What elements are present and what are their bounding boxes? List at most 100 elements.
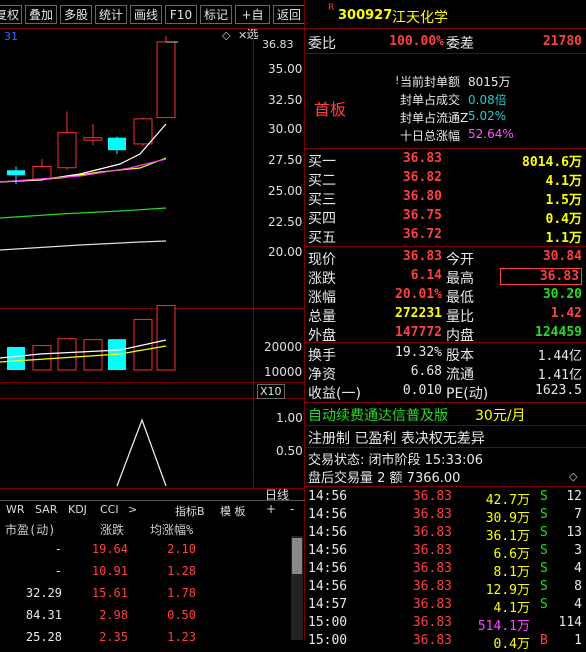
kline-chart[interactable] (0, 28, 253, 488)
stat-label: 涨幅 (308, 290, 336, 306)
back-button[interactable]: 返回 (273, 5, 305, 24)
tick-vol: 30.9万 (485, 511, 530, 526)
stock-code: 300927 (338, 8, 393, 23)
tick-row[interactable]: 14:56 36.83 36.1万 S 13 (306, 525, 586, 544)
bid-level-label: 买一 (308, 154, 336, 170)
registration-notice: 注册制 已盈利 表决权无差异 (308, 431, 485, 447)
tick-row[interactable]: 15:00 36.83 0.4万 B 1 (306, 633, 586, 652)
volume-bar[interactable] (57, 338, 77, 371)
tick-row[interactable]: 14:56 36.83 30.9万 S 7 (306, 507, 586, 526)
change-cell: 2.35 (99, 630, 128, 644)
scrollbar[interactable] (291, 536, 303, 640)
seal-info-label: 封单占流通Z (400, 111, 469, 125)
candle-body[interactable] (156, 41, 176, 119)
bid-volume: 1.5万 (545, 193, 582, 208)
change-cell: 2.98 (99, 608, 128, 622)
fund-value: 1.44亿 (537, 349, 582, 364)
pe-table-row[interactable]: 84.31 2.98 0.50 (0, 606, 290, 626)
fund-value: 1623.5 (535, 383, 582, 398)
seal-info-value: 52.64% (468, 127, 514, 141)
overlay-button[interactable]: 叠加 (25, 5, 57, 24)
moving-average-line (0, 240, 167, 251)
change-cell: 15.61 (91, 586, 128, 600)
collapse-icon[interactable]: ◇ (569, 470, 577, 483)
price-tick: 25.00 (268, 184, 303, 198)
f10-button[interactable]: F10 (165, 5, 197, 24)
fund-label: 股本 (446, 348, 474, 364)
add-watchlist-button[interactable]: +自选 (235, 5, 270, 41)
tick-time: 14:56 (308, 507, 348, 522)
restore-rights-button[interactable]: 复权 (0, 5, 22, 24)
tick-row[interactable]: 14:56 36.83 8.1万 S 4 (306, 561, 586, 580)
change-header: 涨跌 (100, 523, 125, 537)
pe-table-row[interactable]: - 19.64 2.10 (0, 540, 290, 560)
bid-level-label: 买四 (308, 211, 336, 227)
moving-average-line (0, 207, 167, 219)
stat-value: 147772 (395, 325, 442, 340)
seal-info-label: 十日总涨幅 (400, 129, 461, 143)
remove-button[interactable]: - (290, 502, 294, 516)
tab-sar[interactable]: SAR (35, 503, 57, 516)
volume-bar[interactable] (32, 345, 52, 371)
tick-vol: 42.7万 (485, 493, 530, 508)
tick-row[interactable]: 14:56 36.83 12.9万 S 8 (306, 579, 586, 598)
tick-price: 36.83 (412, 561, 452, 576)
tick-num: 1 (574, 633, 582, 648)
avg-rise-cell: 2.10 (167, 542, 196, 556)
indicator-b-tab[interactable]: 指标B (175, 503, 205, 519)
mark-button[interactable]: 标记 (200, 5, 232, 24)
tick-num: 12 (566, 489, 582, 504)
tab-cci[interactable]: CCI (100, 503, 119, 516)
tab-wr[interactable]: WR (6, 503, 25, 516)
tick-price: 36.83 (412, 597, 452, 612)
add-button[interactable]: + (266, 502, 276, 516)
tab-more[interactable]: > (128, 503, 137, 516)
bid-level-label: 买二 (308, 173, 336, 189)
tick-vol: 12.9万 (485, 583, 530, 598)
toolbar: 复权 叠加 多股 统计 画线 F10 标记 +自选 返回 (0, 0, 305, 41)
draw-line-button[interactable]: 画线 (130, 5, 162, 24)
stat-value: 1.42 (550, 306, 582, 321)
fund-label: 收益(一) (308, 386, 361, 402)
weibi-label: 委比 (308, 36, 336, 52)
multi-stock-button[interactable]: 多股 (60, 5, 92, 24)
tick-row[interactable]: 14:56 36.83 42.7万 S 12 (306, 489, 586, 508)
avg-rise-cell: 0.50 (167, 608, 196, 622)
template-button[interactable]: 模 板 (220, 503, 246, 519)
tick-num: 4 (574, 561, 582, 576)
price-tick: 20.00 (268, 245, 303, 259)
tick-vol: 514.1万 (477, 619, 530, 634)
bid-price: 36.82 (402, 170, 442, 185)
price-tick: 32.50 (268, 93, 303, 107)
candle-body[interactable] (83, 137, 103, 141)
candle-body[interactable] (32, 165, 52, 180)
candle-body[interactable] (57, 132, 77, 169)
price-tick: 27.50 (268, 153, 303, 167)
tick-row[interactable]: 14:56 36.83 6.6万 S 3 (306, 543, 586, 562)
bid-price: 36.83 (402, 151, 442, 166)
fund-label: 流通 (446, 367, 474, 383)
candle-body[interactable] (7, 170, 25, 176)
promo-text[interactable]: 自动续费通达信普及版 (308, 405, 448, 425)
tick-row[interactable]: 14:57 36.83 4.1万 S 4 (306, 597, 586, 616)
pe-table-row[interactable]: - 10.91 1.28 (0, 562, 290, 582)
pe-table-row[interactable]: 25.28 2.35 1.23 (0, 628, 290, 648)
tab-kdj[interactable]: KDJ (68, 503, 87, 516)
bid-price: 36.80 (402, 189, 442, 204)
stock-header: R 300927 江天化学 (306, 0, 586, 28)
tick-price: 36.83 (412, 489, 452, 504)
tick-price: 36.83 (412, 543, 452, 558)
fund-label: PE(动) (446, 386, 489, 402)
tick-row[interactable]: 15:00 36.83 514.1万 114 (306, 615, 586, 634)
fund-label: 换手 (308, 348, 336, 364)
candle-body[interactable] (108, 137, 126, 151)
statistics-button[interactable]: 统计 (95, 5, 127, 24)
pe-table-row[interactable]: 32.29 15.61 1.78 (0, 584, 290, 604)
tick-time: 14:56 (308, 561, 348, 576)
scrollbar-thumb[interactable] (292, 538, 302, 574)
promo-price[interactable]: 30元/月 (475, 405, 526, 425)
seal-info-value: 0.08倍 (468, 93, 507, 107)
candle-body[interactable] (133, 118, 153, 145)
volume-bar[interactable] (156, 305, 176, 371)
volume-bar[interactable] (7, 347, 25, 370)
